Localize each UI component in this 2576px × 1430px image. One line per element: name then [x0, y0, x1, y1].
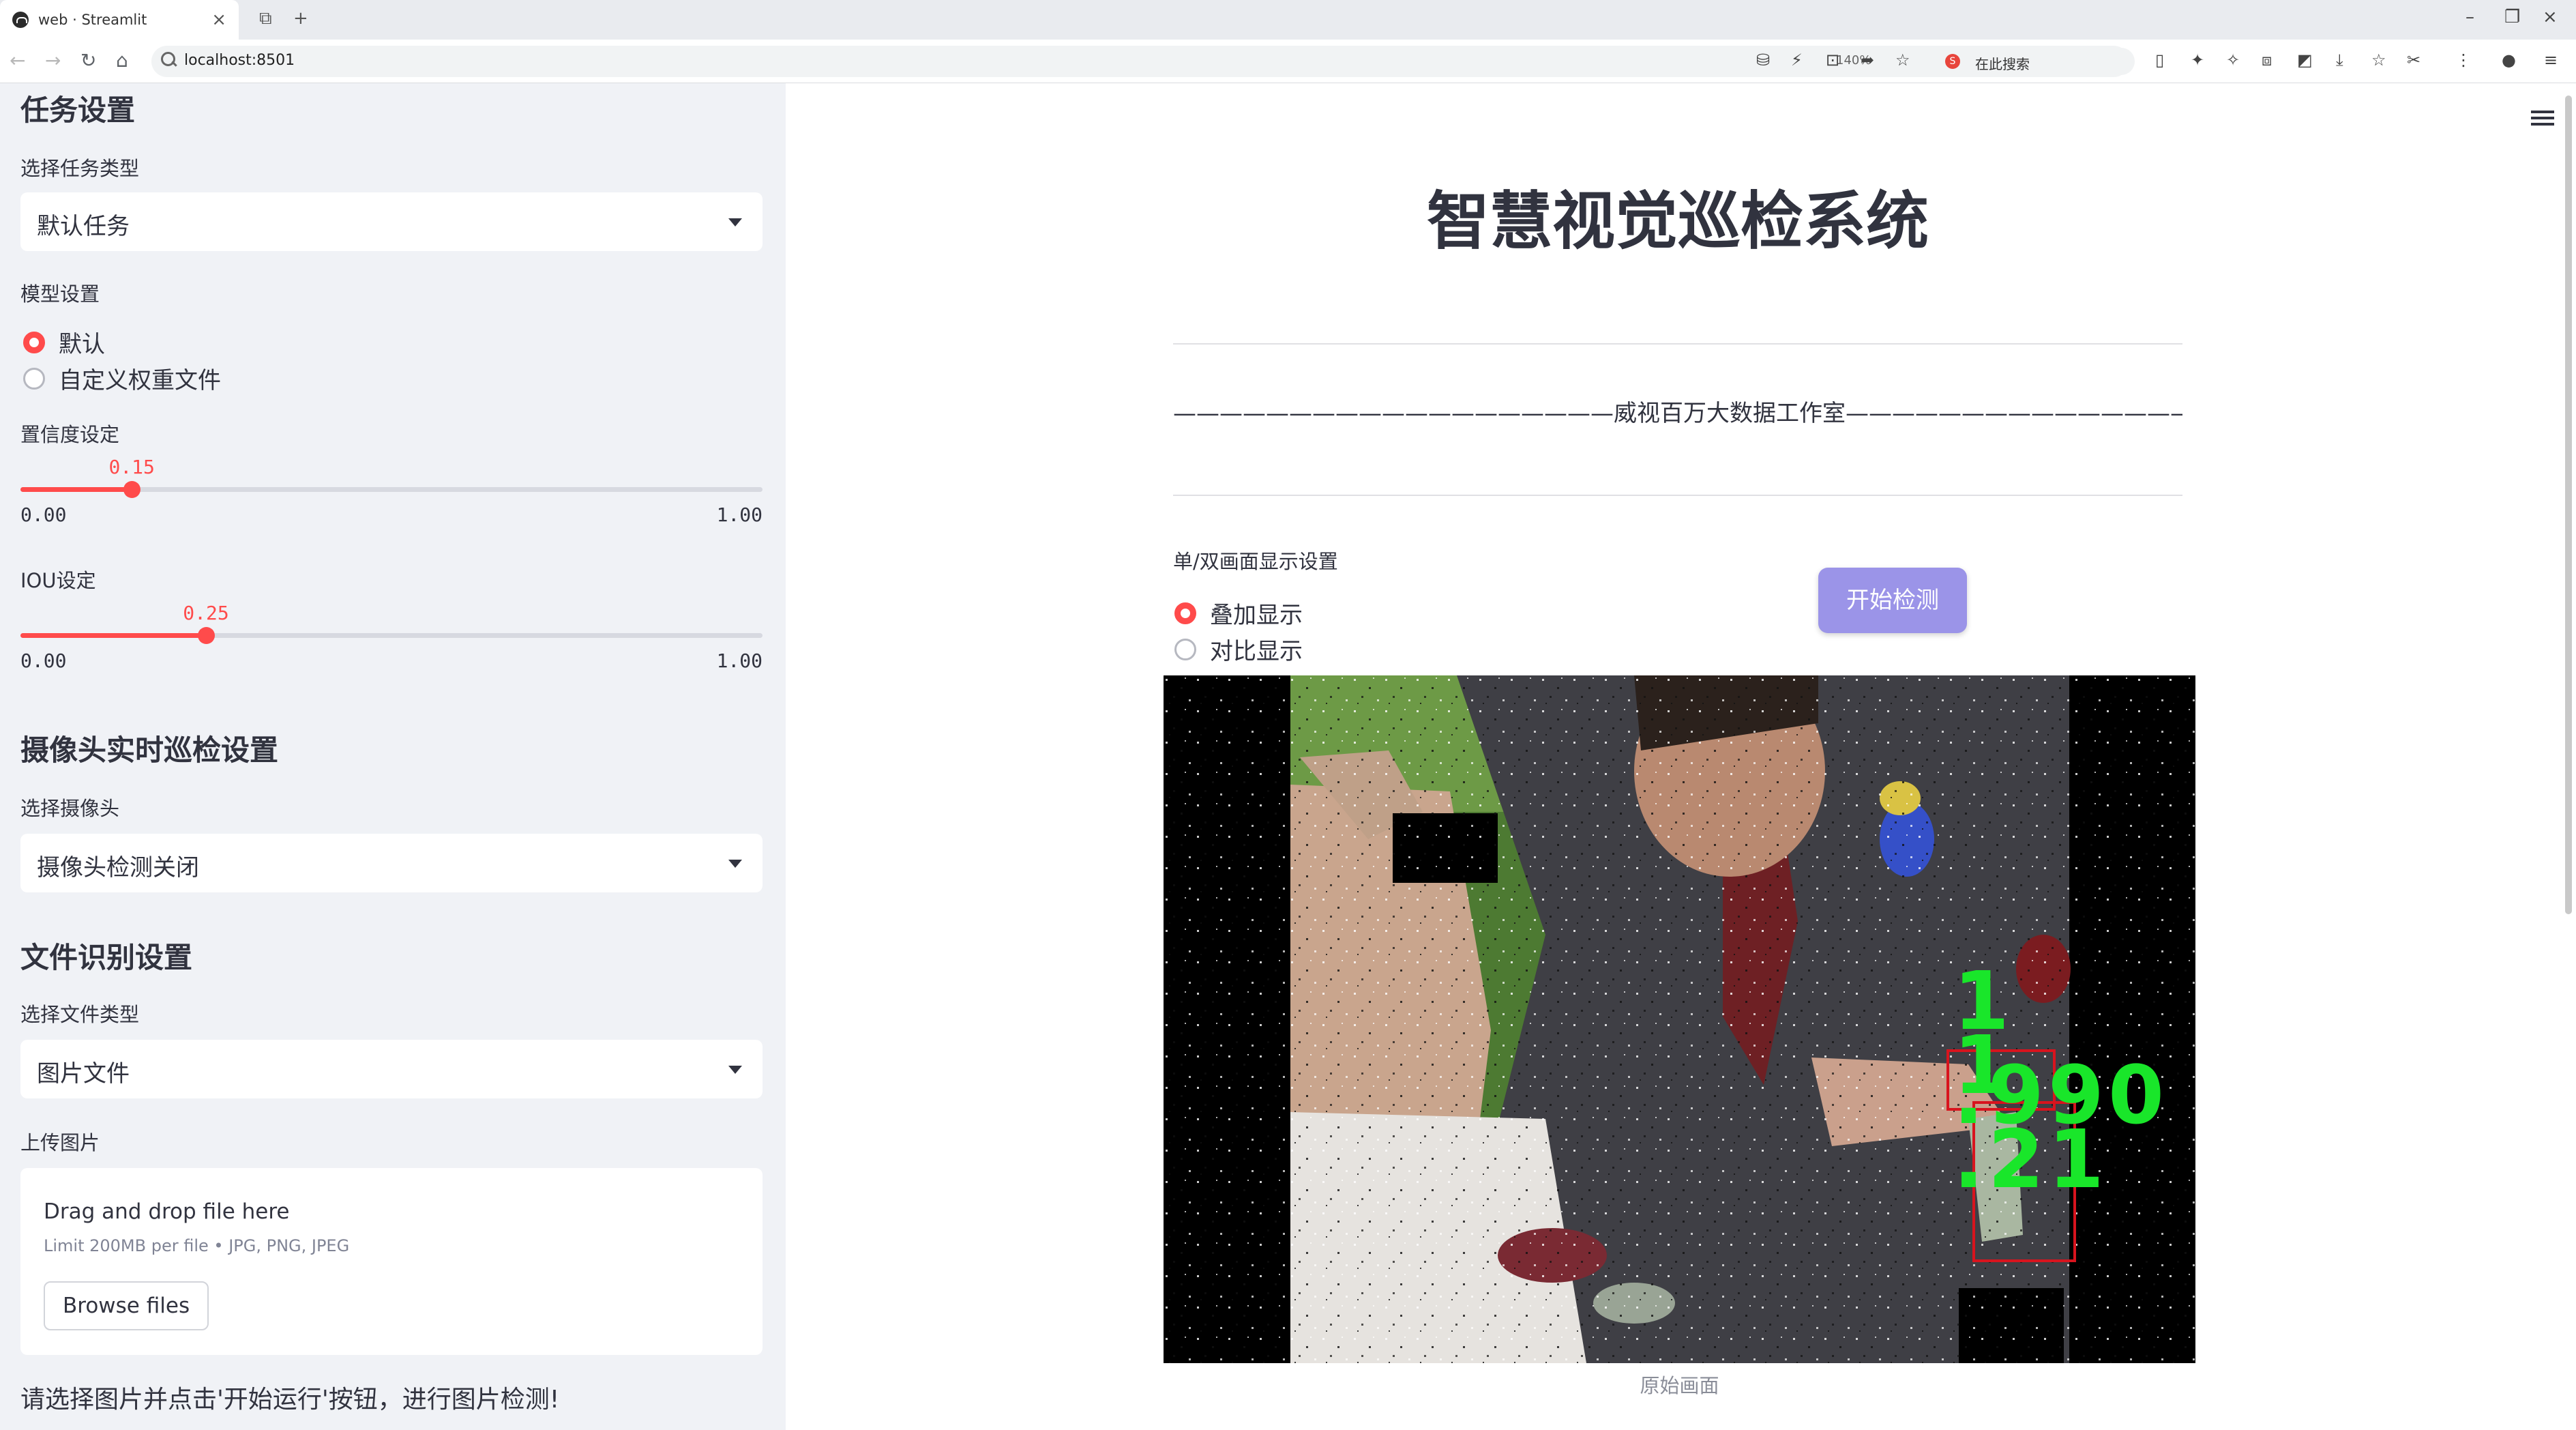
- display-option-label: 对比显示: [1210, 638, 1303, 665]
- file-settings-header: 文件识别设置: [20, 941, 193, 974]
- model-settings-label: 模型设置: [20, 282, 100, 306]
- back-icon[interactable]: ←: [10, 49, 25, 72]
- slider-thumb[interactable]: [198, 627, 215, 644]
- scrollbar[interactable]: [2565, 96, 2572, 914]
- file-type-value: 图片文件: [37, 1060, 130, 1088]
- browse-files-button[interactable]: Browse files: [44, 1281, 209, 1330]
- scissors-icon[interactable]: ✂: [2407, 50, 2420, 70]
- more-vert-icon[interactable]: ⋮: [2455, 50, 2472, 70]
- avatar-icon[interactable]: ●: [2502, 50, 2516, 70]
- camera-settings-header: 摄像头实时巡检设置: [20, 733, 279, 767]
- detection-label: 1 .21: [1953, 1018, 2109, 1206]
- lightning-icon[interactable]: ⚡: [1791, 50, 1803, 70]
- extension-3-icon[interactable]: ⧈: [2262, 50, 2272, 70]
- chevron-down-icon: [728, 218, 742, 227]
- dropzone-text: Drag and drop file here: [44, 1199, 290, 1224]
- slider-fill: [20, 633, 206, 638]
- extension-4-icon[interactable]: ◩: [2297, 50, 2313, 70]
- iou-label: IOU设定: [20, 569, 96, 592]
- restore-icon[interactable]: ❐: [2504, 7, 2520, 27]
- browser-search-box[interactable]: S 在此搜索: [1937, 48, 2135, 75]
- model-option-label: 默认: [59, 331, 105, 358]
- address-bar: ← → ↻ ⌂ localhost:8501 140% ⛁ ⚡ ⊡ ➦ ☆ S …: [0, 40, 2576, 83]
- download-icon[interactable]: ⤓: [2336, 50, 2343, 70]
- slider-max: 1.00: [716, 650, 763, 672]
- image-caption: 原始画面: [1640, 1374, 1719, 1397]
- divider: [1173, 495, 2182, 496]
- model-option-label: 自定义权重文件: [59, 367, 221, 394]
- extension-icon[interactable]: ✦: [2191, 50, 2204, 70]
- camera-select[interactable]: 摄像头检测关闭: [20, 834, 763, 892]
- file-type-label: 选择文件类型: [20, 1003, 140, 1026]
- camera-label: 选择摄像头: [20, 797, 120, 820]
- display-radio-compare[interactable]: 对比显示: [1174, 632, 1303, 666]
- slider-current-value: 0.25: [183, 602, 229, 624]
- display-option-label: 叠加显示: [1210, 602, 1303, 629]
- translate-icon[interactable]: ⛁: [1756, 50, 1770, 70]
- tab-title: web · Streamlit: [38, 12, 147, 28]
- chevron-down-icon: [728, 1066, 742, 1074]
- reload-icon[interactable]: ↻: [80, 49, 96, 72]
- radio-unselected-icon: [23, 367, 45, 390]
- extension-2-icon[interactable]: ✧: [2226, 50, 2240, 70]
- iou-slider[interactable]: 0.25 0.00 1.00: [20, 602, 763, 673]
- search-engine-icon: S: [1945, 54, 1960, 69]
- page-title: 智慧视觉巡检系统: [1426, 185, 1929, 258]
- slider-current-value: 0.15: [108, 456, 155, 478]
- radio-selected-icon: [23, 331, 45, 353]
- favorites-icon[interactable]: ☆: [2371, 50, 2386, 70]
- phone-icon[interactable]: ▯: [2155, 50, 2164, 70]
- slider-fill: [20, 487, 132, 492]
- new-tab-icon[interactable]: +: [293, 8, 308, 29]
- display-mode-label: 单/双画面显示设置: [1173, 550, 1338, 573]
- browser-tab[interactable]: web · Streamlit ×: [0, 0, 239, 40]
- chevron-down-icon: [728, 860, 742, 868]
- streamlit-favicon-icon: [12, 12, 29, 28]
- radio-selected-icon: [1174, 602, 1196, 624]
- model-radio-custom[interactable]: 自定义权重文件: [23, 362, 221, 395]
- task-type-select[interactable]: 默认任务: [20, 192, 763, 251]
- slider-max: 1.00: [716, 504, 763, 526]
- window-close-icon[interactable]: ×: [2543, 7, 2558, 27]
- tab-close-icon[interactable]: ×: [211, 10, 226, 30]
- upload-label: 上传图片: [20, 1131, 100, 1154]
- detection-image: 1 .990 1 .21: [1164, 675, 2195, 1363]
- browser-tab-bar: web · Streamlit × ⧉ + – ❐ ×: [0, 0, 2576, 40]
- task-type-label: 选择任务类型: [20, 157, 140, 180]
- divider: [1173, 343, 2182, 345]
- display-radio-overlay[interactable]: 叠加显示: [1174, 596, 1303, 630]
- camera-value: 摄像头检测关闭: [37, 854, 199, 881]
- minimize-icon[interactable]: –: [2466, 7, 2474, 27]
- screenshot-icon[interactable]: ⊡: [1826, 50, 1839, 70]
- radio-unselected-icon: [1174, 638, 1196, 660]
- url-text: localhost:8501: [184, 52, 295, 69]
- file-dropzone[interactable]: Drag and drop file here Limit 200MB per …: [20, 1168, 763, 1355]
- share-icon[interactable]: ➦: [1861, 50, 1874, 70]
- bookmark-star-icon[interactable]: ☆: [1895, 50, 1910, 70]
- model-radio-default[interactable]: 默认: [23, 325, 105, 359]
- menu-icon[interactable]: ≡: [2544, 50, 2558, 70]
- slider-min: 0.00: [20, 650, 67, 672]
- task-type-value: 默认任务: [37, 213, 130, 240]
- file-type-select[interactable]: 图片文件: [20, 1040, 763, 1098]
- hamburger-menu-icon[interactable]: [2531, 111, 2554, 126]
- task-settings-header: 任务设置: [20, 93, 136, 127]
- confidence-slider[interactable]: 0.15 0.00 1.00: [20, 456, 763, 527]
- url-search-icon: [161, 52, 176, 67]
- confidence-label: 置信度设定: [20, 423, 120, 446]
- slider-min: 0.00: [20, 504, 67, 526]
- tab-group-icon[interactable]: ⧉: [259, 8, 272, 29]
- studio-banner: ———————————————————威视百万大数据工作室———————————…: [1173, 400, 2182, 427]
- dropzone-limit: Limit 200MB per file • JPG, PNG, JPEG: [44, 1236, 350, 1255]
- slider-thumb[interactable]: [123, 481, 141, 498]
- sidebar-hint: 请选择图片并点击'开始运行'按钮，进行图片检测!: [20, 1386, 560, 1414]
- home-icon[interactable]: ⌂: [116, 49, 128, 72]
- browser-search-placeholder: 在此搜索: [1975, 56, 2030, 72]
- forward-icon[interactable]: →: [45, 49, 61, 72]
- start-detection-button[interactable]: 开始检测: [1818, 568, 1967, 633]
